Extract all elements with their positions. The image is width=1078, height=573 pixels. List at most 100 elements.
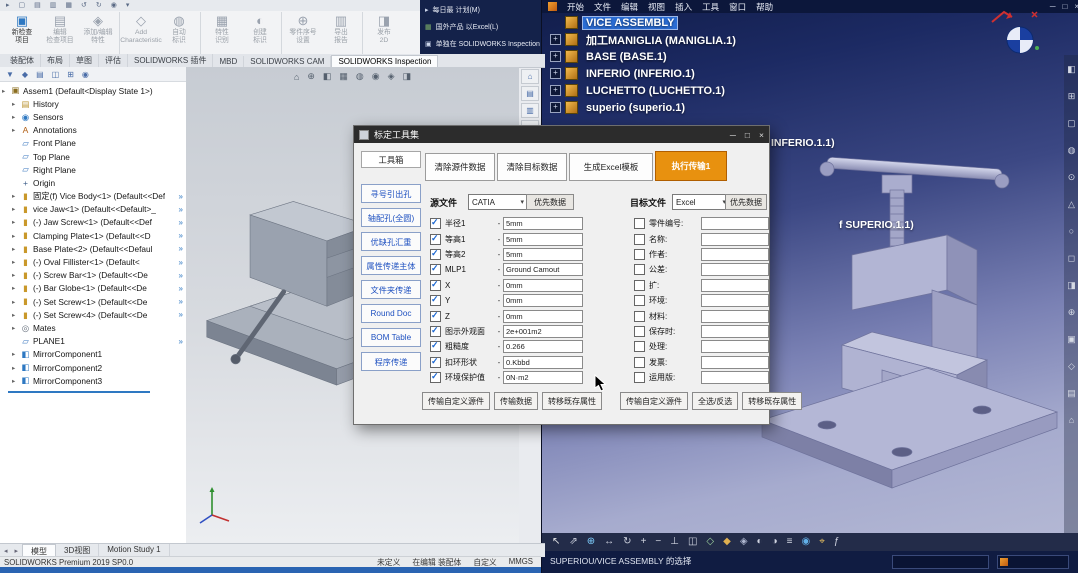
property-checkbox[interactable] [634, 218, 645, 230]
feature-tree-item[interactable]: ▸ + Origin » [10, 176, 186, 189]
new-icon[interactable]: ▢ [19, 2, 26, 9]
ribbon-button[interactable]: ▣ 新检查 项目 [3, 12, 41, 55]
feature-tree-item[interactable]: ▸ ◧ MirrorComponent3 » [10, 374, 186, 387]
catia-tree-item[interactable]: 加工MANIGLIA (MANIGLIA.1) [550, 31, 850, 48]
ribbon-button[interactable]: ▤ 编辑 检查项目 [41, 12, 79, 55]
prev-tab-icon[interactable]: ◂ [4, 547, 8, 555]
ribbon-button[interactable]: ◍ 自动 标识 [160, 12, 201, 55]
redo-icon[interactable]: ↻ [96, 2, 102, 9]
measure-icon[interactable]: ⌖ [819, 537, 825, 547]
rebuild-icon[interactable]: ◉ [111, 2, 117, 9]
side-tool-button[interactable]: BOM Table [361, 328, 421, 347]
catia-menu-item[interactable]: 工具 [702, 1, 719, 13]
property-value-field[interactable]: 5mm [503, 232, 583, 246]
ribbon-tab[interactable]: 布局 [41, 54, 70, 67]
catia-3d-model[interactable] [732, 120, 1072, 510]
minimize-icon[interactable]: ─ [730, 130, 736, 140]
dialog-title-bar[interactable]: 标定工具集 ─ □ × [354, 126, 769, 143]
zoom-out-icon[interactable]: − [655, 537, 661, 547]
property-value-field[interactable]: 0mm [503, 309, 583, 323]
side-tool-button[interactable]: 程序传递 [361, 352, 421, 371]
catia-tree-item[interactable]: INFERIO (INFERIO.1) [550, 65, 850, 82]
feature-tree-item[interactable]: ▸ ▱ PLANE1 » [10, 335, 186, 348]
feature-tree-item[interactable]: ▸ ▮ (-) Screw Bar<1> (Default<<De » [10, 269, 186, 282]
property-checkbox[interactable] [430, 233, 441, 245]
property-value-field[interactable] [701, 278, 769, 292]
iso-view-icon[interactable]: ◇ [706, 537, 714, 547]
feature-tree-item[interactable]: ▸ ▤ History » [10, 97, 186, 110]
catia-menu-item[interactable]: 开始 [567, 1, 584, 13]
pad-icon[interactable]: ⊙ [1068, 173, 1076, 182]
property-value-field[interactable] [701, 232, 769, 246]
resources-icon[interactable]: ⌂ [521, 69, 539, 84]
expand-arrow-icon[interactable]: ▸ [12, 192, 20, 200]
catia-tree-item[interactable]: superio (superio.1) [550, 99, 850, 116]
expand-arrow-icon[interactable]: ▸ [12, 284, 20, 292]
design-library-icon[interactable]: ▤ [521, 86, 539, 101]
ribbon-tab[interactable]: 装配体 [4, 54, 41, 67]
scene-icon[interactable]: ◨ [403, 71, 412, 82]
save-icon[interactable]: ▥ [50, 2, 57, 9]
property-checkbox[interactable] [634, 248, 645, 260]
expand-arrow-icon[interactable]: ▸ [12, 245, 20, 253]
catia-menu-item[interactable]: 视图 [648, 1, 665, 13]
property-value-field[interactable]: 0mm [503, 294, 583, 308]
catia-menu-item[interactable]: 帮助 [756, 1, 773, 13]
constraint-icon[interactable]: ⊕ [1068, 308, 1076, 317]
property-value-field[interactable]: 0.266 [503, 340, 583, 354]
chamfer-icon[interactable]: ◨ [1067, 281, 1076, 290]
expand-arrow-icon[interactable]: ▸ [12, 271, 20, 279]
side-tool-button[interactable]: 文件夹传递 [361, 280, 421, 299]
dialog-top-button[interactable]: 执行传输1 [655, 151, 727, 181]
ribbon-tab[interactable]: SOLIDWORKS CAM [244, 56, 332, 67]
ribbon-tab[interactable]: 草图 [70, 54, 99, 67]
feature-tree-item[interactable]: ▸ ▮ Clamping Plate<1> (Default<<D » [10, 229, 186, 242]
pocket-icon[interactable]: △ [1068, 200, 1075, 209]
undo-icon[interactable]: ↺ [81, 2, 87, 9]
expand-arrow-icon[interactable]: ▸ [12, 232, 20, 240]
expand-arrow-icon[interactable]: ▸ [12, 311, 20, 319]
hide-show-icon[interactable]: ◐ [757, 537, 763, 547]
property-value-field[interactable] [701, 217, 769, 231]
graph-tree-icon[interactable]: ≡ [787, 537, 793, 547]
expand-icon[interactable] [550, 102, 561, 113]
expand-arrow-icon[interactable]: ▸ [12, 364, 20, 372]
property-checkbox[interactable] [634, 264, 645, 276]
property-value-field[interactable] [701, 324, 769, 338]
feature-tree-item[interactable]: ▸ ▮ (-) Oval Fillister<1> (Default< » [10, 255, 186, 268]
expand-arrow-icon[interactable]: ▸ [12, 258, 20, 266]
side-tool-button[interactable]: 轴配孔(全圆) [361, 208, 421, 227]
feature-tree-item[interactable]: ▸ A Annotations » [10, 124, 186, 137]
expand-arrow-icon[interactable]: ▸ [12, 100, 20, 108]
swap-visible-icon[interactable]: ◑ [772, 537, 778, 547]
normal-view-icon[interactable]: ⊥ [670, 537, 679, 547]
print-icon[interactable]: ▦ [65, 2, 72, 9]
expand-arrow-icon[interactable]: ▸ [12, 126, 20, 134]
property-value-field[interactable] [701, 263, 769, 277]
dialog-bottom-button[interactable]: 转移既存属性 [542, 392, 602, 410]
property-value-field[interactable]: 0.Kbbd [503, 355, 583, 369]
dialog-bottom-button[interactable]: 转移既存属性 [742, 392, 803, 410]
property-checkbox[interactable] [430, 217, 441, 230]
property-value-field[interactable] [701, 355, 769, 369]
display-manager-icon[interactable]: ◉ [82, 70, 89, 79]
catia-menu-item[interactable]: 编辑 [621, 1, 638, 13]
property-value-field[interactable]: 5mm [503, 217, 583, 231]
property-checkbox[interactable] [430, 294, 441, 307]
catia-tree-item[interactable]: LUCHETTO (LUCHETTO.1) [550, 82, 850, 99]
expand-arrow-icon[interactable]: ▸ [12, 205, 20, 213]
rotate-icon[interactable]: ↻ [623, 537, 631, 547]
dialog-bottom-button[interactable]: 传输数据 [494, 392, 538, 410]
property-value-field[interactable]: 5mm [503, 247, 583, 261]
property-checkbox[interactable] [430, 310, 441, 322]
fit-all-icon[interactable]: ⊕ [587, 537, 595, 547]
menu-item[interactable]: ▣ 单独在 SOLIDWORKS Inspection 项目 [420, 39, 541, 49]
property-value-field[interactable] [701, 247, 769, 261]
feature-tree-item[interactable]: ▸ ▱ Right Plane » [10, 163, 186, 176]
ribbon-button[interactable]: ◇ Add Characteristic [120, 12, 162, 55]
side-tool-button[interactable]: 属性传递主体 [361, 256, 421, 275]
feature-tree-item[interactable]: ▸ ▮ vice Jaw<1> (Default<<Default>_ » [10, 203, 186, 216]
feature-tree-item[interactable]: ▸ ◎ Mates » [10, 321, 186, 334]
sketch-icon[interactable]: ◍ [1068, 146, 1076, 155]
expand-icon[interactable] [550, 85, 561, 96]
